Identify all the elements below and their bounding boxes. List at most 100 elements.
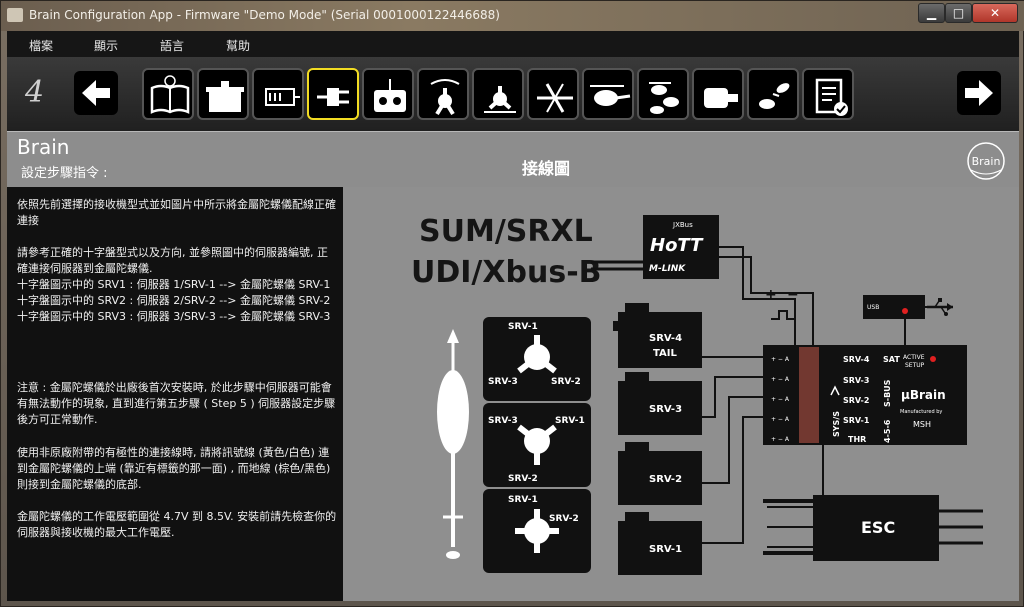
svg-text:+ − A: + − A bbox=[771, 396, 790, 403]
back-button[interactable] bbox=[74, 71, 118, 115]
window-title: Brain Configuration App - Firmware "Demo… bbox=[29, 8, 500, 22]
swash2-right: SRV-1 bbox=[555, 416, 585, 426]
esc-module: ESC bbox=[813, 495, 939, 561]
servo-tail: SRV-4 TAIL bbox=[613, 303, 702, 368]
tool-heli-side[interactable] bbox=[582, 68, 634, 120]
unit-sys-label: SYS/S bbox=[832, 411, 841, 437]
menu-view[interactable]: 顯示 bbox=[94, 37, 118, 54]
app-window: Brain Configuration App - Firmware "Demo… bbox=[0, 0, 1024, 607]
unit-active-label: ACTIVE bbox=[903, 354, 925, 361]
manual-book-icon bbox=[150, 75, 190, 114]
swashplate-diagram-1: SRV-1 SRV-3 SRV-2 bbox=[483, 317, 591, 401]
menu-file[interactable]: 檔案 bbox=[29, 37, 53, 54]
svg-text:+ − A: + − A bbox=[771, 416, 790, 423]
unit-made-label: Manufactured by bbox=[900, 409, 942, 415]
title-bar: Brain Configuration App - Firmware "Demo… bbox=[1, 1, 1024, 31]
swash1-top: SRV-1 bbox=[508, 322, 538, 332]
esc-label: ESC bbox=[861, 518, 895, 537]
helicopter-top-view-icon bbox=[437, 329, 469, 559]
unit-port-srv1: SRV-1 bbox=[843, 416, 870, 425]
unit-maker: MSH bbox=[913, 420, 931, 429]
polarity-plus-label: + bbox=[765, 287, 777, 303]
unit-port-srv4: SRV-4 bbox=[843, 355, 870, 364]
instruction-note: 注意 : 金屬陀螺儀於出廠後首次安裝時, 於此步驟中伺服器可能會有無法動作的現象… bbox=[17, 381, 336, 426]
tool-swash-type[interactable] bbox=[417, 68, 469, 120]
swash2-left: SRV-3 bbox=[488, 416, 518, 426]
tool-motor[interactable] bbox=[692, 68, 744, 120]
svg-text:+ − A: + − A bbox=[771, 436, 790, 443]
swash1-left: SRV-3 bbox=[488, 377, 518, 387]
unit-led bbox=[930, 356, 936, 362]
wiring-diagram-svg: SUM/SRXL UDI/Xbus-B JXBus HoTT M-LINK + … bbox=[411, 214, 983, 575]
usb-icon bbox=[927, 298, 953, 316]
close-button[interactable]: ✕ bbox=[972, 3, 1018, 23]
unit-port-thr: THR bbox=[848, 435, 866, 444]
receiver-module: JXBus HoTT M-LINK bbox=[643, 215, 719, 279]
menu-help[interactable]: 幫助 bbox=[226, 37, 250, 54]
unit-port-srv2: SRV-2 bbox=[843, 396, 869, 405]
transmitter-icon bbox=[374, 79, 406, 112]
tool-heli-multi[interactable] bbox=[637, 68, 689, 120]
checklist-icon bbox=[815, 78, 848, 116]
swashplate-icon bbox=[484, 86, 516, 113]
tool-swashplate[interactable] bbox=[472, 68, 524, 120]
instruction-servo-mapping: 請參考正確的十字盤型式以及方向, 並參照圖中的伺服器編號, 正確連接伺服器到金屬… bbox=[17, 246, 331, 323]
tool-transmitter[interactable] bbox=[362, 68, 414, 120]
unit-box-icon bbox=[206, 81, 244, 112]
servo-tail-sub: TAIL bbox=[653, 348, 678, 359]
tool-checklist[interactable] bbox=[802, 68, 854, 120]
unit-side-sbus: S-BUS bbox=[883, 379, 892, 407]
tool-flight-modes[interactable] bbox=[747, 68, 799, 120]
helicopter-side-icon bbox=[590, 85, 631, 106]
swashplate-type-icon bbox=[430, 79, 460, 116]
brain-logo-text: Brain bbox=[972, 155, 1001, 168]
swash3-top: SRV-1 bbox=[508, 495, 538, 505]
brain-logo-icon: Brain bbox=[967, 142, 1005, 180]
page-title: 接線圖 bbox=[522, 159, 571, 178]
swash1-right: SRV-2 bbox=[551, 377, 581, 387]
receiver-name: HoTT bbox=[650, 235, 704, 256]
app-icon bbox=[7, 8, 23, 22]
swash3-right: SRV-2 bbox=[549, 514, 579, 524]
svg-text:+ − A: + − A bbox=[771, 356, 790, 363]
menu-language[interactable]: 語言 bbox=[160, 37, 184, 54]
unit-side-sat: SAT bbox=[883, 355, 900, 364]
swash2-bottom: SRV-2 bbox=[508, 474, 538, 484]
polarity-minus-label: − bbox=[787, 287, 799, 303]
maximize-button[interactable]: □ bbox=[945, 3, 972, 23]
minimize-button[interactable]: ▁ bbox=[918, 3, 945, 23]
brand-title: Brain bbox=[17, 135, 70, 159]
instruction-wiring: 依照先前選擇的接收機型式並如圖片中所示將金屬陀螺儀配線正確連接 bbox=[17, 198, 336, 227]
tool-connection[interactable] bbox=[307, 68, 359, 120]
plug-connector-icon bbox=[317, 88, 349, 106]
receiver-icon bbox=[265, 88, 300, 106]
swashplate-diagram-2: SRV-3 SRV-1 SRV-2 bbox=[483, 403, 591, 487]
step-header: Brain 設定步驟指令 : 接線圖 Brain bbox=[7, 131, 1019, 187]
arrow-right-icon bbox=[965, 80, 993, 106]
helicopter-multi-icon bbox=[649, 82, 679, 114]
receiver-brand: JXBus bbox=[672, 221, 693, 229]
receiver-type-label-2: UDI/Xbus-B bbox=[411, 255, 602, 290]
brain-unit: + − A + − A + − A + − A + − A SYS/S SRV-… bbox=[763, 345, 967, 445]
instruction-polarity: 使用非原廠附帶的有極性的連接線時, 請將訊號線 (黃色/白色) 連到金屬陀螺儀的… bbox=[17, 446, 331, 491]
servo-3-label: SRV-3 bbox=[649, 404, 682, 415]
tool-manual[interactable] bbox=[142, 68, 194, 120]
next-button[interactable] bbox=[957, 71, 1001, 115]
unit-port-srv3: SRV-3 bbox=[843, 376, 869, 385]
tool-receiver[interactable] bbox=[252, 68, 304, 120]
flight-modes-icon bbox=[759, 83, 790, 109]
menu-bar: 檔案 顯示 語言 幫助 bbox=[7, 31, 1019, 57]
tool-unit[interactable] bbox=[197, 68, 249, 120]
instruction-voltage: 金屬陀螺儀的工作電壓範圍從 4.7V 到 8.5V. 安裝前請先檢查你的伺服器與… bbox=[17, 510, 337, 539]
unit-setup-label: SETUP bbox=[905, 362, 925, 369]
servo-2-label: SRV-2 bbox=[649, 474, 682, 485]
receiver-type-label-1: SUM/SRXL bbox=[419, 214, 593, 249]
usb-adapter-text: USB bbox=[867, 304, 879, 311]
tool-tail[interactable] bbox=[527, 68, 579, 120]
usb-led bbox=[902, 308, 908, 314]
motor-icon bbox=[704, 88, 738, 108]
unit-side-456: 4-5-6 bbox=[883, 419, 892, 443]
receiver-sub: M-LINK bbox=[649, 264, 686, 274]
swashplate-diagram-3: SRV-1 SRV-2 bbox=[483, 489, 591, 573]
servo-1-label: SRV-1 bbox=[649, 544, 682, 555]
